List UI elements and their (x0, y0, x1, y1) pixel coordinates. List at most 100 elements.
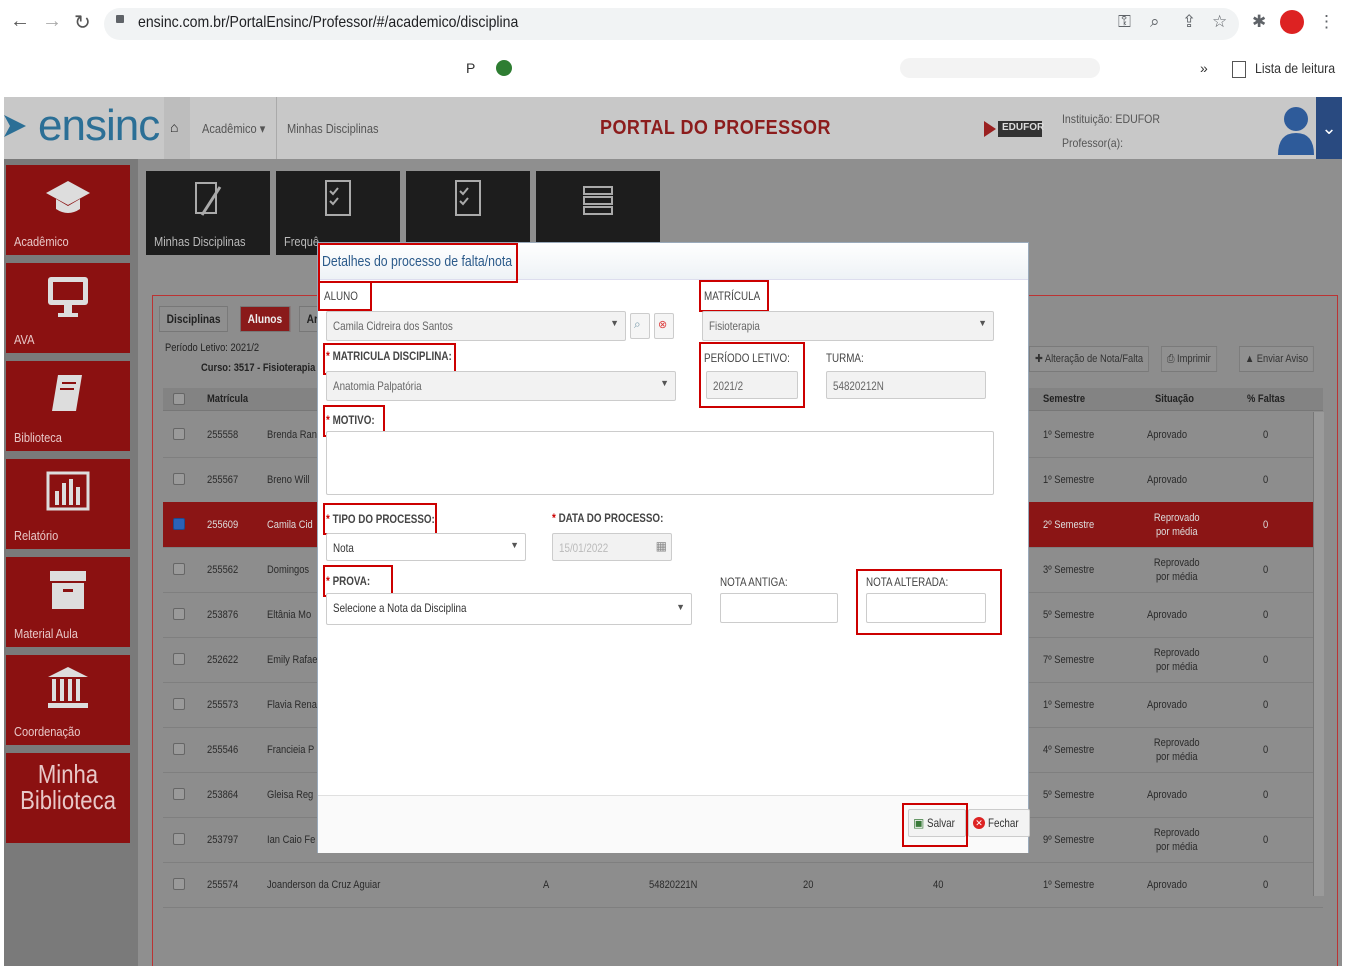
user-avatar-icon[interactable] (1276, 103, 1316, 155)
bookmark-p[interactable]: P (466, 60, 475, 76)
motivo-textarea[interactable] (326, 431, 994, 495)
sidebar-item-biblioteca[interactable]: Biblioteca (6, 361, 130, 451)
cell-nome: Camila Cid (267, 518, 313, 531)
row-checkbox[interactable] (173, 563, 185, 575)
edufor-logo: EDUFOR (982, 109, 1044, 149)
cell-turma: A (543, 878, 550, 891)
zoom-icon[interactable]: ⌕ (1150, 12, 1160, 32)
home-button[interactable]: ⌂ (164, 97, 190, 159)
cell-matricula: 255546 (207, 743, 239, 756)
menu-minhas-disciplinas[interactable]: Minhas Disciplinas (287, 121, 379, 136)
cell-semestre: 5º Semestre (1043, 788, 1095, 801)
aluno-label: ALUNO (324, 289, 358, 303)
row-checkbox[interactable] (173, 473, 185, 485)
table-row[interactable]: 255574 Joanderson da Cruz Aguiar A 54820221… (163, 862, 1323, 908)
row-checkbox[interactable] (173, 788, 185, 800)
cell-nome: Emily Rafae (267, 653, 318, 666)
cell-situacao: Reprovado por média (1153, 646, 1200, 673)
row-checkbox[interactable] (173, 653, 185, 665)
reload-icon[interactable]: ↻ (74, 10, 91, 35)
nota-antiga-label: NOTA ANTIGA: (720, 575, 788, 589)
table-scrollbar[interactable] (1313, 412, 1324, 896)
prova-label: * PROVA: (326, 574, 371, 588)
cell-nome: Brenda Ran (267, 428, 317, 441)
share-icon[interactable]: ⇪ (1182, 12, 1196, 32)
chevron-down-icon: ▼ (660, 378, 669, 388)
cell-faltas: 0 (1263, 473, 1269, 486)
tipo-select[interactable]: Nota ▼ (326, 533, 526, 561)
menu-dots-icon[interactable]: ⋮ (1318, 12, 1335, 32)
sidebar-item-material-aula[interactable]: Material Aula (6, 557, 130, 647)
row-checkbox[interactable] (173, 428, 185, 440)
cell-nome: Domingos (267, 563, 310, 576)
nota-antiga-field[interactable] (720, 593, 838, 623)
salvar-button[interactable]: ▣ Salvar (908, 809, 967, 837)
minha-biblioteca-button[interactable]: Minha Biblioteca (6, 753, 130, 843)
imprimir-button[interactable]: ⎙ Imprimir (1161, 346, 1217, 372)
sidebar-item-ava[interactable]: AVA (6, 263, 130, 353)
reading-list-icon[interactable] (1232, 61, 1246, 78)
mat-disciplina-select[interactable]: Anatomia Palpatória ▼ (326, 371, 676, 401)
close-icon: ✕ (973, 817, 985, 829)
cell-situacao: Aprovado (1147, 878, 1188, 891)
tile-minhas-disciplinas[interactable]: Minhas Disciplinas (146, 171, 270, 255)
row-checkbox[interactable] (173, 743, 185, 755)
sidebar-item-coordenacao[interactable]: Coordenação (6, 655, 130, 745)
checklist-icon (455, 180, 481, 216)
menu-academico[interactable]: Acadêmico ▾ (202, 121, 265, 137)
browser-chrome: ← → ↻ ensinc.com.br/PortalEnsinc/Profess… (0, 0, 1349, 96)
forward-arrow-icon[interactable]: → (42, 10, 62, 33)
calendar-icon[interactable]: ▦ (656, 539, 667, 553)
col-situacao[interactable]: Situação (1155, 393, 1194, 405)
matricula-select[interactable]: Fisioterapia ▼ (702, 311, 994, 341)
bookmark-overflow[interactable]: » (1200, 60, 1208, 76)
chevron-down-icon: ▼ (676, 602, 685, 612)
periodo-label: PERÍODO LETIVO: (704, 351, 790, 365)
checklist-icon (325, 180, 351, 216)
cell-faltas: 0 (1263, 563, 1269, 576)
col-matricula[interactable]: Matrícula (207, 393, 248, 405)
back-arrow-icon[interactable]: ← (10, 10, 30, 33)
logo-arrow-icon (4, 115, 26, 137)
extensions-icon[interactable]: ✱ (1252, 12, 1266, 32)
ensinc-logo[interactable]: ensinc (38, 101, 160, 151)
cell-matricula: 255573 (207, 698, 239, 711)
col-faltas[interactable]: % Faltas (1247, 393, 1285, 405)
clear-aluno-button[interactable]: ⊗ (654, 313, 674, 339)
cell-matricula: 255574 (207, 878, 239, 891)
nota-alterada-field[interactable] (866, 593, 986, 623)
sidebar-item-relatorio[interactable]: Relatório (6, 459, 130, 549)
prova-select[interactable]: Selecione a Nota da Disciplina ▼ (326, 593, 692, 625)
profile-icon[interactable] (1280, 10, 1304, 34)
row-checkbox[interactable] (173, 833, 185, 845)
data-field[interactable]: 15/01/2022 ▦ (552, 533, 672, 561)
star-icon[interactable]: ☆ (1212, 12, 1227, 32)
reading-list-label[interactable]: Lista de leitura (1255, 60, 1335, 76)
sidebar-item-academico[interactable]: Acadêmico (6, 165, 130, 255)
fechar-button[interactable]: ✕ Fechar (968, 809, 1031, 837)
chevron-down-icon: ▼ (510, 540, 519, 550)
url-text[interactable]: ensinc.com.br/PortalEnsinc/Professor/#/a… (138, 14, 518, 32)
cell-faltas: 0 (1263, 788, 1269, 801)
alteracao-nota-falta-button[interactable]: ✚ Alteração de Nota/Falta (1029, 346, 1150, 372)
tab-disciplinas[interactable]: Disciplinas (159, 306, 229, 332)
periodo-field[interactable]: 2021/2 (706, 371, 798, 399)
turma-field[interactable]: 54820212N (826, 371, 986, 399)
cell-matricula: 253797 (207, 833, 239, 846)
row-checkbox[interactable] (173, 518, 185, 530)
aluno-select[interactable]: Camila Cidreira dos Santos ▼ (326, 311, 626, 341)
enviar-aviso-button[interactable]: ▲ Enviar Aviso (1239, 346, 1315, 372)
col-semestre[interactable]: Semestre (1043, 393, 1085, 405)
row-checkbox[interactable] (173, 878, 185, 890)
row-checkbox[interactable] (173, 698, 185, 710)
search-aluno-button[interactable]: ⌕ (630, 313, 650, 339)
modal-detalhes-processo: Detalhes do processo de falta/nota ALUNO… (317, 242, 1031, 853)
select-all-checkbox[interactable] (173, 393, 185, 405)
user-menu-chevron-icon[interactable]: ⌄ (1316, 97, 1342, 159)
bookmark-favicon-icon[interactable] (496, 60, 512, 76)
home-icon: ⌂ (170, 119, 179, 135)
clear-icon: ⊗ (658, 319, 668, 331)
row-checkbox[interactable] (173, 608, 185, 620)
key-icon[interactable]: ⚿ (1118, 12, 1131, 32)
tab-alunos[interactable]: Alunos (240, 306, 291, 332)
